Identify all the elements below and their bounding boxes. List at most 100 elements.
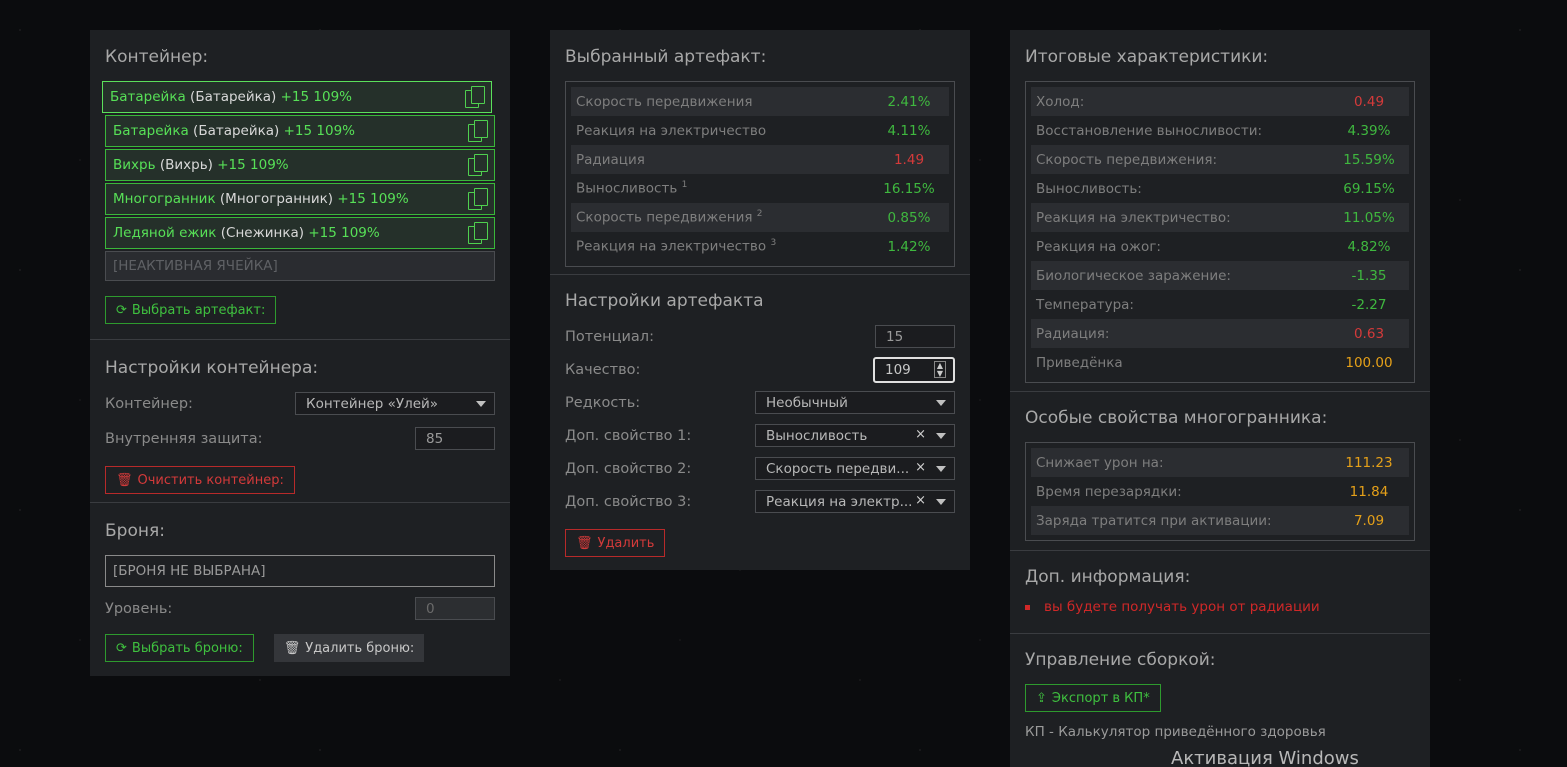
container-select-value: Контейнер «Улей» [306, 395, 439, 412]
container-slot[interactable]: Вихрь (Вихрь) +15 109% [105, 149, 495, 181]
potential-input[interactable]: 15 [875, 325, 955, 348]
clear-icon[interactable]: × [915, 493, 926, 508]
slot-artifact-percent: +15 109% [280, 89, 353, 105]
stat-label: Приведёнка [1036, 354, 1123, 371]
stat-row: Реакция на электричество 4.11% [571, 116, 949, 145]
stat-label: Снижает урон на: [1036, 454, 1164, 471]
copy-icon[interactable] [465, 86, 485, 108]
clear-container-button[interactable]: 🗑 Очистить контейнер: [105, 466, 295, 494]
stat-label: Восстановление выносливости: [1036, 122, 1263, 139]
stat-row: Радиация: 0.63 [1031, 319, 1409, 348]
stat-label-wrap: Заряда тратится при активации: [1036, 513, 1272, 529]
slot-artifact-type: (Многогранник) [219, 191, 334, 207]
stat-row: Восстановление выносливости: 4.39% [1031, 116, 1409, 145]
chevron-down-icon [936, 400, 946, 406]
stat-value: 4.82% [1347, 238, 1391, 255]
copy-icon[interactable] [468, 120, 488, 142]
container-settings-title: Настройки контейнера: [105, 358, 319, 378]
slot-label: Вихрь (Вихрь) +15 109% [113, 157, 289, 173]
container-slot[interactable]: Ледяной ежик (Снежинка) +15 109% [105, 217, 495, 249]
delete-artifact-label: Удалить [597, 535, 655, 551]
slot-artifact-name: Батарейка [110, 89, 186, 105]
prop2-select[interactable]: Скорость передви... × [755, 457, 955, 480]
stat-label-wrap: Радиация [576, 152, 645, 168]
build-title: Управление сборкой: [1025, 650, 1216, 670]
totals-section: Итоговые характеристики: Холод: 0.49 Восст… [1010, 30, 1430, 392]
container-settings-section: Настройки контейнера: Контейнер: Контейн… [90, 340, 510, 503]
protection-input[interactable]: 85 [415, 427, 495, 450]
stat-label: Биологическое заражение: [1036, 267, 1231, 284]
slot-artifact-name: Ледяной ежик [113, 225, 217, 241]
stat-value: 1.49 [893, 151, 925, 168]
stat-label-wrap: Температура: [1036, 297, 1134, 313]
stat-label: Реакция на ожог: [1036, 238, 1161, 255]
chevron-down-icon [936, 466, 946, 472]
slot-artifact-percent: +15 109% [283, 123, 356, 139]
chevron-down-icon [936, 433, 946, 439]
slot-artifact-type: (Вихрь) [159, 157, 213, 173]
stat-value: 11.84 [1349, 483, 1389, 500]
stat-value: 1.42% [887, 238, 931, 255]
slot-artifact-type: (Батарейка) [190, 89, 277, 105]
slot-artifact-name: Вихрь [113, 157, 156, 173]
stat-footnote: 3 [770, 238, 777, 249]
prop1-select[interactable]: Выносливость × [755, 424, 955, 447]
stat-label-wrap: Холод: [1036, 94, 1084, 110]
clear-icon[interactable]: × [915, 427, 926, 442]
armor-section: Броня: [БРОНЯ НЕ ВЫБРАНА] Уровень: 0 ⟳ В… [90, 503, 510, 677]
stat-label-wrap: Биологическое заражение: [1036, 268, 1231, 284]
stat-value: 0.49 [1353, 93, 1385, 110]
chevron-down-icon [476, 401, 486, 407]
slot-artifact-name: Многогранник [113, 191, 216, 207]
slot-artifact-percent: +15 109% [217, 157, 289, 173]
spinner-icon[interactable]: ▲ ▼ [934, 361, 946, 378]
prop2-label: Доп. свойство 2: [565, 460, 692, 477]
prop3-select[interactable]: Реакция на электр... × [755, 490, 955, 513]
quality-input[interactable]: 109 ▲ ▼ [873, 357, 955, 383]
container-slot[interactable]: Батарейка (Батарейка) +15 109% [102, 81, 492, 113]
middle-panel: Выбранный артефакт: Скорость передвижени… [550, 30, 970, 570]
prop3-value: Реакция на электр... [766, 493, 913, 510]
stat-label-wrap: Реакция на электричество [576, 123, 766, 139]
stat-value: 4.39% [1347, 122, 1391, 139]
stat-value: -1.35 [1351, 267, 1387, 284]
info-item-text: вы будете получать урон от радиации [1044, 599, 1320, 615]
delete-armor-label: Удалить броню: [305, 640, 415, 656]
stat-label-wrap: Скорость передвижения: [1036, 152, 1217, 168]
container-select[interactable]: Контейнер «Улей» [295, 392, 495, 415]
trash-icon: 🗑 [576, 535, 593, 551]
selected-artifact-title: Выбранный артефакт: [565, 47, 767, 67]
copy-icon[interactable] [468, 154, 488, 176]
clear-icon[interactable]: × [915, 460, 926, 475]
stat-label-wrap: Выносливость 1 [576, 180, 687, 197]
refresh-icon: ⟳ [116, 640, 127, 656]
prop1-value: Выносливость [766, 427, 868, 444]
quality-label: Качество: [565, 362, 641, 378]
delete-artifact-button[interactable]: 🗑 Удалить [565, 529, 666, 557]
rarity-select[interactable]: Необычный [755, 391, 955, 414]
copy-icon[interactable] [468, 188, 488, 210]
armor-slot[interactable]: [БРОНЯ НЕ ВЫБРАНА] [105, 555, 495, 587]
copy-icon[interactable] [468, 222, 488, 244]
select-armor-button[interactable]: ⟳ Выбрать броню: [105, 634, 254, 662]
select-artifact-label: Выбрать артефакт: [131, 302, 266, 318]
delete-armor-button[interactable]: 🗑 Удалить броню: [273, 634, 425, 662]
stat-value: 7.09 [1353, 512, 1385, 529]
armor-level-label: Уровень: [105, 600, 173, 617]
export-button[interactable]: ⇪ Экспорт в КП* [1025, 684, 1161, 712]
container-slot[interactable]: Батарейка (Батарейка) +15 109% [105, 115, 495, 147]
stat-label-wrap: Приведёнка [1036, 355, 1123, 371]
container-label: Контейнер: [105, 395, 193, 412]
container-slot[interactable]: Многогранник (Многогранник) +15 109% [105, 183, 495, 215]
stat-value: 15.59% [1343, 151, 1395, 168]
armor-title: Броня: [105, 521, 165, 541]
select-artifact-button[interactable]: ⟳ Выбрать артефакт: [105, 296, 277, 324]
stat-label-wrap: Реакция на электричество: [1036, 210, 1231, 226]
slot-artifact-percent: +15 109% [337, 191, 409, 207]
stat-label: Радиация [576, 151, 645, 168]
stat-row: Температура: -2.27 [1031, 290, 1409, 319]
stat-row: Выносливость 1 16.15% [571, 174, 949, 203]
stat-value: 100.00 [1345, 354, 1393, 371]
slot-artifact-percent: +15 109% [308, 225, 380, 241]
stat-label: Выносливость: [1036, 180, 1142, 197]
